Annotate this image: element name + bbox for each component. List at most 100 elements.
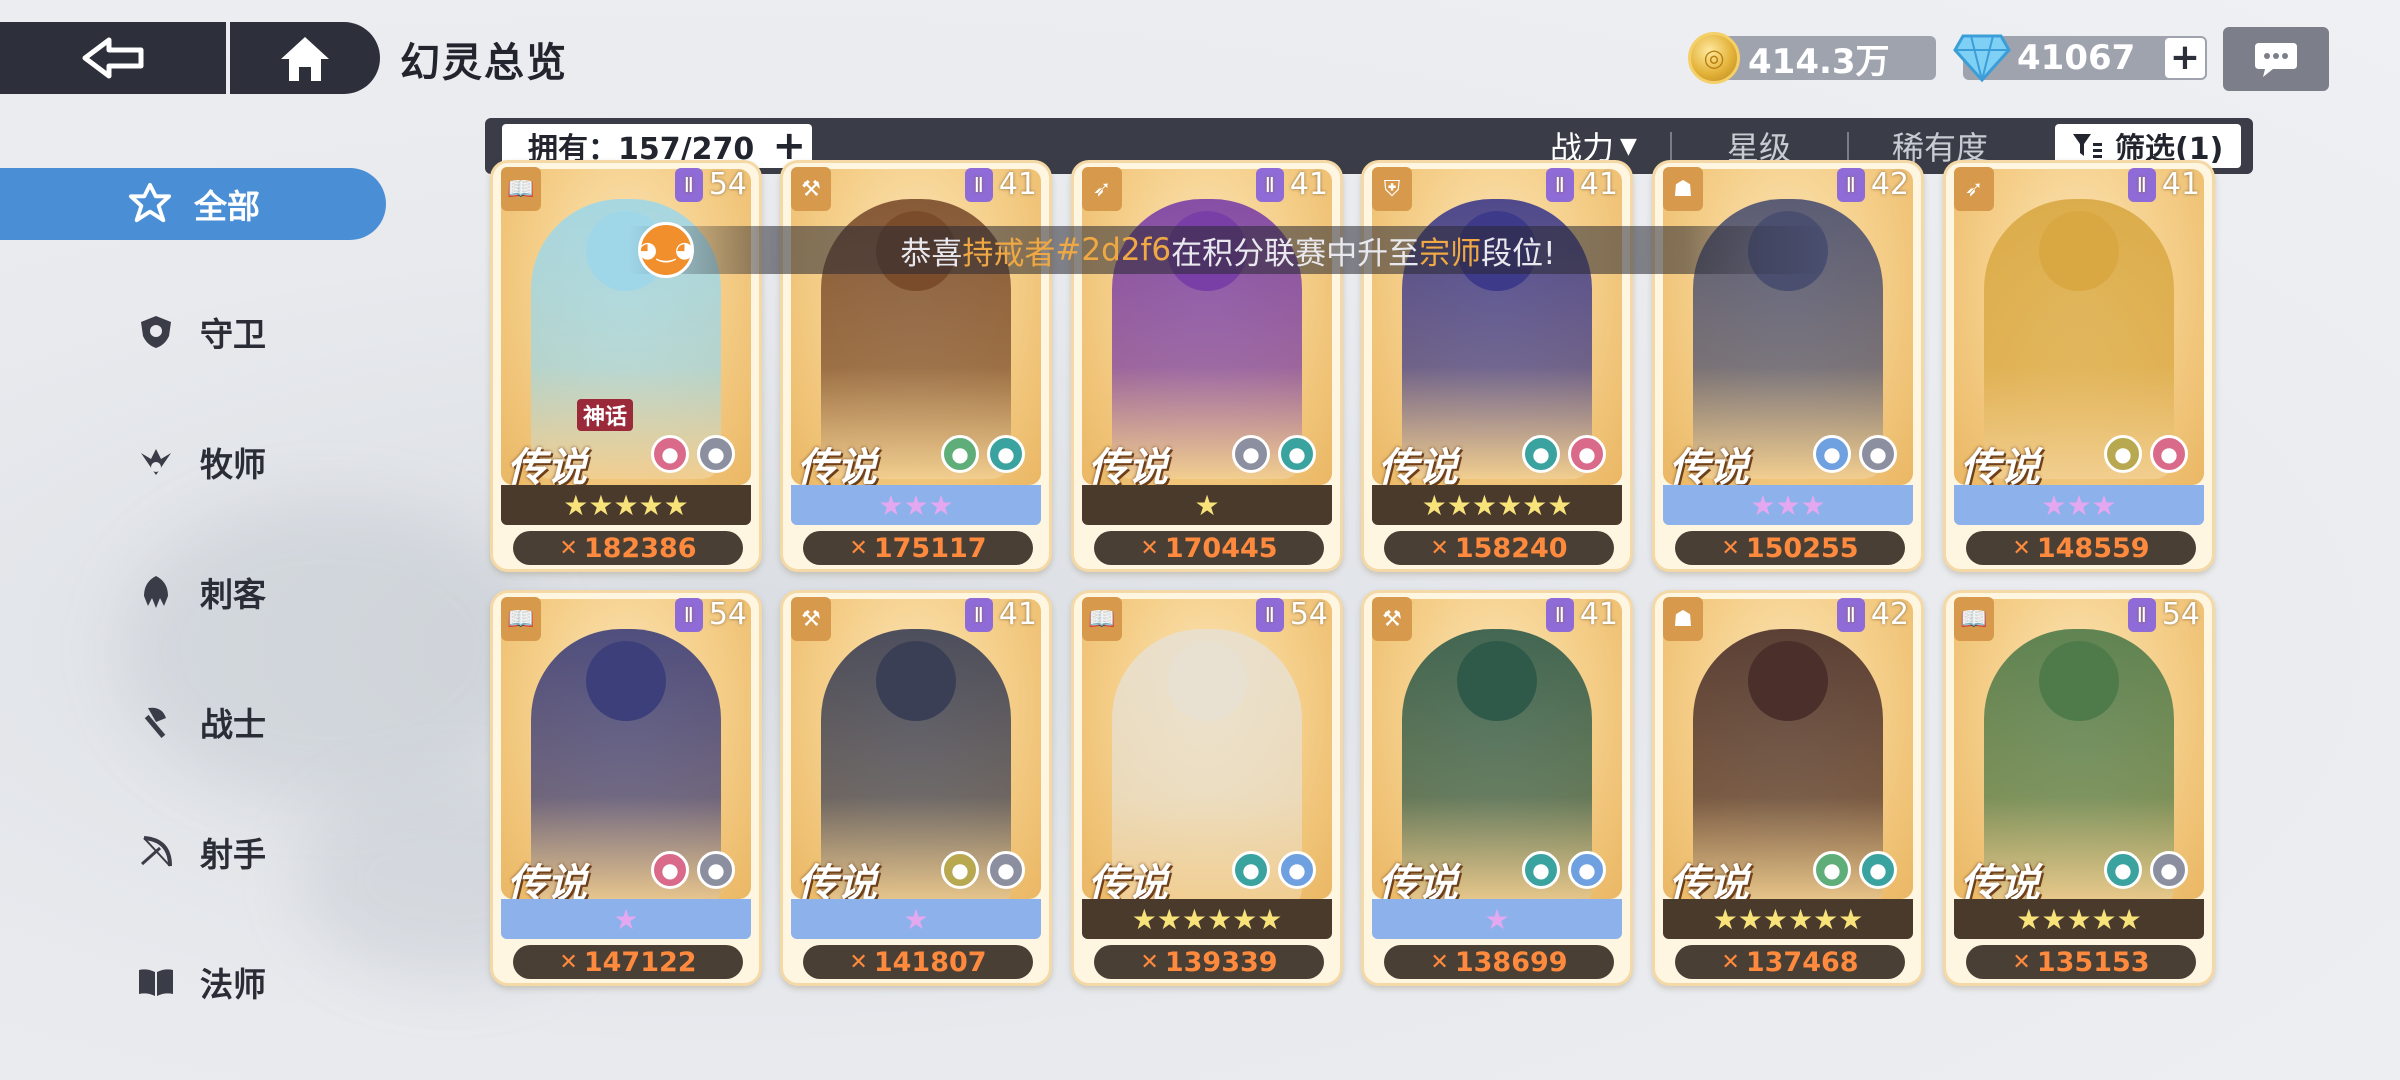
divider — [1847, 132, 1849, 160]
swords-icon: ✕ — [1430, 535, 1449, 561]
sidebar-item-label: 守卫 — [200, 315, 266, 354]
back-arrow-icon — [82, 37, 144, 79]
gold-currency: ◎ 414.3万 — [1688, 32, 1936, 84]
combat-power-value: 138699 — [1454, 946, 1568, 978]
axe-icon: ⚒ — [1372, 597, 1412, 641]
star-rating: ★★★★★ — [1954, 899, 2204, 939]
gem-amount: 41067 — [2017, 38, 2136, 78]
banner-middle: 在积分联赛中升至 — [1171, 235, 1420, 272]
element-icon: ● — [987, 435, 1025, 473]
element-icon: ● — [1813, 435, 1851, 473]
hero-level-value: 41 — [2161, 167, 2200, 202]
element-icon: ● — [1522, 435, 1560, 473]
chat-button[interactable] — [2223, 27, 2329, 91]
combat-power-value: 170445 — [1164, 532, 1278, 564]
element-icon: ● — [2104, 435, 2142, 473]
banner-player-class: 持戒者 — [962, 235, 1056, 272]
hero-card[interactable]: ➶ Ⅱ 41 传说 ● ● ★★★ ✕ 148559 — [1943, 160, 2215, 572]
back-button[interactable] — [0, 22, 226, 94]
hero-level-value: 42 — [1870, 597, 1909, 632]
sidebar-item-label: 刺客 — [200, 575, 266, 614]
swords-icon: ✕ — [1430, 949, 1449, 975]
hero-level-value: 54 — [708, 597, 747, 632]
add-gems-button[interactable]: + — [2165, 38, 2205, 78]
gold-amount: 414.3万 — [1748, 41, 1890, 82]
combat-power: ✕ 150255 — [1675, 531, 1905, 565]
page-title: 幻灵总览 — [400, 40, 568, 86]
star-rating: ★★★★★★ — [1082, 899, 1332, 939]
sidebar-item-priest[interactable]: 牧师 — [0, 426, 386, 498]
hero-level-value: 54 — [1289, 597, 1328, 632]
hero-card[interactable]: 📖 Ⅱ 54 神话 传说 ● ● ★★★★★ ✕ 182386 — [490, 160, 762, 572]
hero-card[interactable]: ⛨ Ⅱ 41 传说 ● ● ★★★★★★ ✕ 158240 — [1361, 160, 1633, 572]
level-tier-icon: Ⅱ — [1836, 167, 1865, 202]
swords-icon: ✕ — [1721, 535, 1740, 561]
shield-icon: ⛨ — [1372, 167, 1412, 211]
combat-power: ✕ 147122 — [513, 945, 743, 979]
sidebar-item-guard[interactable]: 守卫 — [0, 296, 386, 368]
hero-level: Ⅱ 41 — [2127, 167, 2200, 202]
element-icon: ● — [987, 851, 1025, 889]
combat-power-value: 150255 — [1745, 532, 1859, 564]
sidebar-item-mage[interactable]: 法师 — [0, 946, 386, 1018]
hero-card[interactable]: ☗ Ⅱ 42 传说 ● ● ★★★ ✕ 150255 — [1652, 160, 1924, 572]
assassin-icon — [134, 570, 178, 614]
hero-level: Ⅱ 54 — [674, 597, 747, 632]
element-icon: ● — [1813, 851, 1851, 889]
hero-card[interactable]: ➶ Ⅱ 41 传说 ● ● ★ ✕ 170445 — [1071, 160, 1343, 572]
element-icon: ● — [1568, 851, 1606, 889]
hero-card[interactable]: ⚒ Ⅱ 41 传说 ● ● ★ ✕ 138699 — [1361, 590, 1633, 986]
element-icon: ● — [1278, 851, 1316, 889]
swords-icon: ✕ — [849, 535, 868, 561]
announcement-banner: ◕‿◕ 恭喜 持戒者 #2d2f6 在积分联赛中升至 宗师 段位! — [628, 222, 1828, 278]
element-icon: ● — [1859, 851, 1897, 889]
sidebar-item-archer[interactable]: 射手 — [0, 816, 386, 888]
level-tier-icon: Ⅱ — [1255, 597, 1284, 632]
top-nav — [0, 22, 380, 94]
star-rating: ★★★★★ — [501, 485, 751, 525]
element-icon: ● — [1568, 435, 1606, 473]
hero-level: Ⅱ 54 — [1255, 597, 1328, 632]
combat-power-value: 158240 — [1454, 532, 1568, 564]
swords-icon: ✕ — [1721, 949, 1740, 975]
banner-prefix: 恭喜 — [900, 235, 963, 272]
combat-power: ✕ 170445 — [1094, 531, 1324, 565]
sidebar-item-label: 全部 — [194, 187, 260, 226]
filter-funnel-icon — [2073, 134, 2102, 158]
sidebar-item-warrior[interactable]: 战士 — [0, 686, 386, 758]
sidebar-item-all[interactable]: 全部 — [0, 168, 386, 240]
element-icon: ● — [1278, 435, 1316, 473]
hero-card[interactable]: 📖 Ⅱ 54 传说 ● ● ★ ✕ 147122 — [490, 590, 762, 986]
level-tier-icon: Ⅱ — [1545, 597, 1574, 632]
combat-power: ✕ 141807 — [803, 945, 1033, 979]
hero-head — [1167, 641, 1247, 721]
hero-level-value: 41 — [998, 167, 1037, 202]
swords-icon: ✕ — [1140, 949, 1159, 975]
hero-level-value: 41 — [1579, 167, 1618, 202]
book-icon: 📖 — [501, 167, 541, 211]
sidebar-item-assassin[interactable]: 刺客 — [0, 556, 386, 628]
hero-card[interactable]: ☗ Ⅱ 42 传说 ● ● ★★★★★★ ✕ 137468 — [1652, 590, 1924, 986]
level-tier-icon: Ⅱ — [674, 597, 703, 632]
element-icon: ● — [651, 851, 689, 889]
combat-power-value: 175117 — [873, 532, 987, 564]
star-rating: ★ — [1082, 485, 1332, 525]
hero-card[interactable]: 📖 Ⅱ 54 传说 ● ● ★★★★★ ✕ 135153 — [1943, 590, 2215, 986]
hero-level-value: 54 — [2161, 597, 2200, 632]
hero-level: Ⅱ 42 — [1836, 597, 1909, 632]
hero-card[interactable]: ⚒ Ⅱ 41 传说 ● ● ★ ✕ 141807 — [780, 590, 1052, 986]
hero-card[interactable]: 📖 Ⅱ 54 传说 ● ● ★★★★★★ ✕ 139339 — [1071, 590, 1343, 986]
home-icon — [281, 37, 329, 81]
star-rating: ★★★ — [1954, 485, 2204, 525]
level-tier-icon: Ⅱ — [674, 167, 703, 202]
hero-level: Ⅱ 42 — [1836, 167, 1909, 202]
level-tier-icon: Ⅱ — [1836, 597, 1865, 632]
banner-player-id: #2d2f6 — [1055, 232, 1172, 268]
banner-rank: 宗师 — [1419, 235, 1482, 272]
element-icon: ● — [1859, 435, 1897, 473]
announcement-emote-icon: ◕‿◕ — [638, 222, 694, 278]
divider — [1670, 132, 1672, 160]
swords-icon: ✕ — [849, 949, 868, 975]
hero-card[interactable]: ⚒ Ⅱ 41 传说 ● ● ★★★ ✕ 175117 — [780, 160, 1052, 572]
home-button[interactable] — [230, 22, 380, 94]
